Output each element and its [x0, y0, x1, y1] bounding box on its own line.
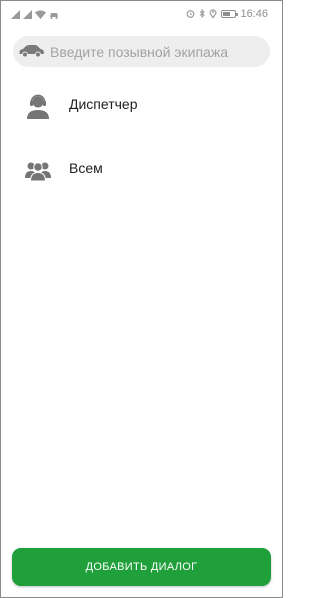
list-item-label: Всем — [69, 160, 103, 176]
status-right-icons: 16:46 — [186, 5, 268, 23]
search-input[interactable] — [50, 36, 268, 67]
battery-icon — [221, 10, 239, 18]
wifi-icon — [35, 6, 46, 24]
add-dialog-button[interactable]: ДОБАВИТЬ ДИАЛОГ — [12, 548, 271, 586]
list-item-label: Диспетчер — [69, 96, 138, 112]
alarm-icon — [186, 5, 195, 23]
list-item-all[interactable]: Всем — [1, 144, 282, 194]
signal-icon — [23, 6, 32, 24]
bluetooth-icon — [199, 5, 206, 23]
signal-icon — [11, 6, 20, 24]
notification-icon — [49, 6, 59, 24]
battery-level — [223, 12, 231, 16]
search-bar[interactable] — [13, 36, 270, 67]
location-icon — [209, 5, 218, 23]
status-bar: 16:46 — [1, 1, 282, 23]
list-item-dispatcher[interactable]: Диспетчер — [1, 80, 282, 130]
status-time: 16:46 — [240, 8, 268, 20]
status-left-icons — [11, 6, 59, 24]
headset-person-icon — [24, 92, 52, 120]
car-icon — [18, 44, 45, 63]
group-icon — [24, 156, 52, 184]
